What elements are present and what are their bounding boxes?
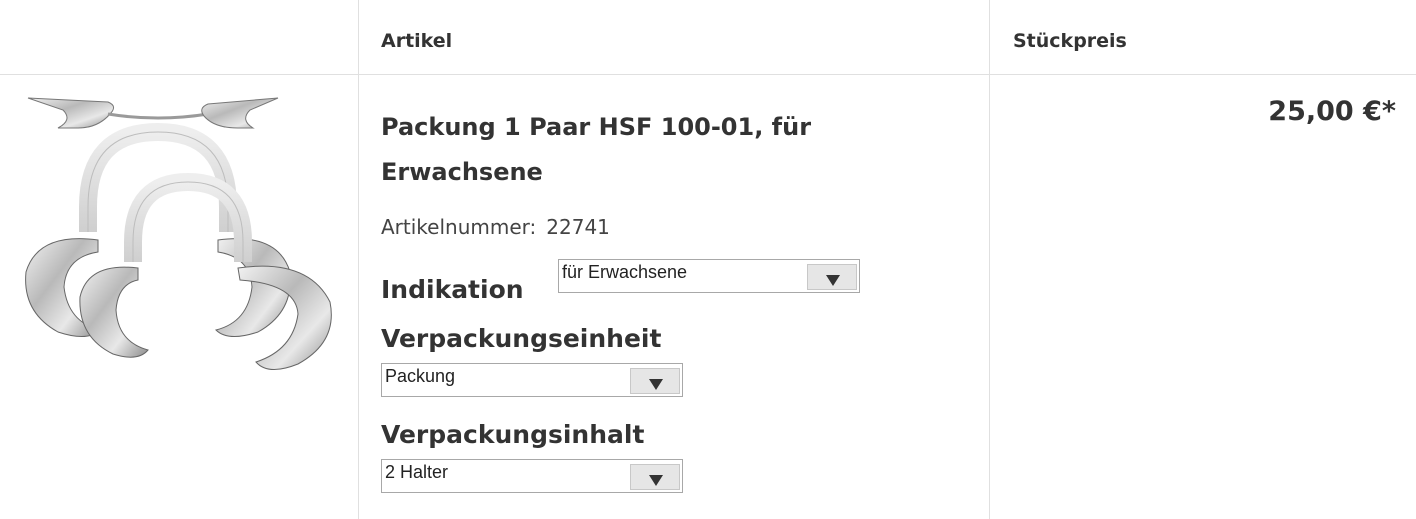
dropdown-button[interactable]	[807, 264, 857, 290]
verpackungsinhalt-select[interactable]: 2 Halter	[381, 459, 683, 493]
verpackungseinheit-select[interactable]: Packung	[381, 363, 683, 397]
verpackungseinheit-select-value: Packung	[385, 366, 456, 386]
indikation-select[interactable]: für Erwachsene	[558, 259, 860, 293]
product-image[interactable]	[18, 92, 348, 382]
article-number: Artikelnummer: 22741	[381, 215, 610, 239]
dropdown-button[interactable]	[630, 464, 680, 490]
product-table: Artikel Stückpreis Packung 1 Paar HSF 10…	[0, 0, 1416, 519]
verpackungsinhalt-select-value: 2 Halter	[385, 462, 449, 482]
table-header: Artikel Stückpreis	[0, 0, 1416, 75]
column-divider	[358, 0, 359, 519]
chevron-down-icon	[826, 275, 840, 286]
indikation-select-value: für Erwachsene	[562, 262, 688, 282]
column-divider	[989, 0, 990, 519]
option-label-verpackungsinhalt: Verpackungsinhalt	[381, 420, 645, 449]
chevron-down-icon	[649, 379, 663, 390]
unit-price: 25,00 €*	[1268, 96, 1396, 127]
column-header-price: Stückpreis	[1013, 30, 1127, 52]
cheek-retractor-image	[25, 97, 332, 370]
column-header-article: Artikel	[381, 30, 453, 52]
option-label-indikation: Indikation	[381, 275, 524, 304]
option-label-verpackungseinheit: Verpackungseinheit	[381, 324, 662, 353]
product-title[interactable]: Packung 1 Paar HSF 100-01, für Erwachsen…	[381, 105, 941, 195]
dropdown-button[interactable]	[630, 368, 680, 394]
chevron-down-icon	[649, 475, 663, 486]
article-number-label: Artikelnummer:	[381, 215, 537, 239]
article-number-value: 22741	[546, 215, 610, 239]
